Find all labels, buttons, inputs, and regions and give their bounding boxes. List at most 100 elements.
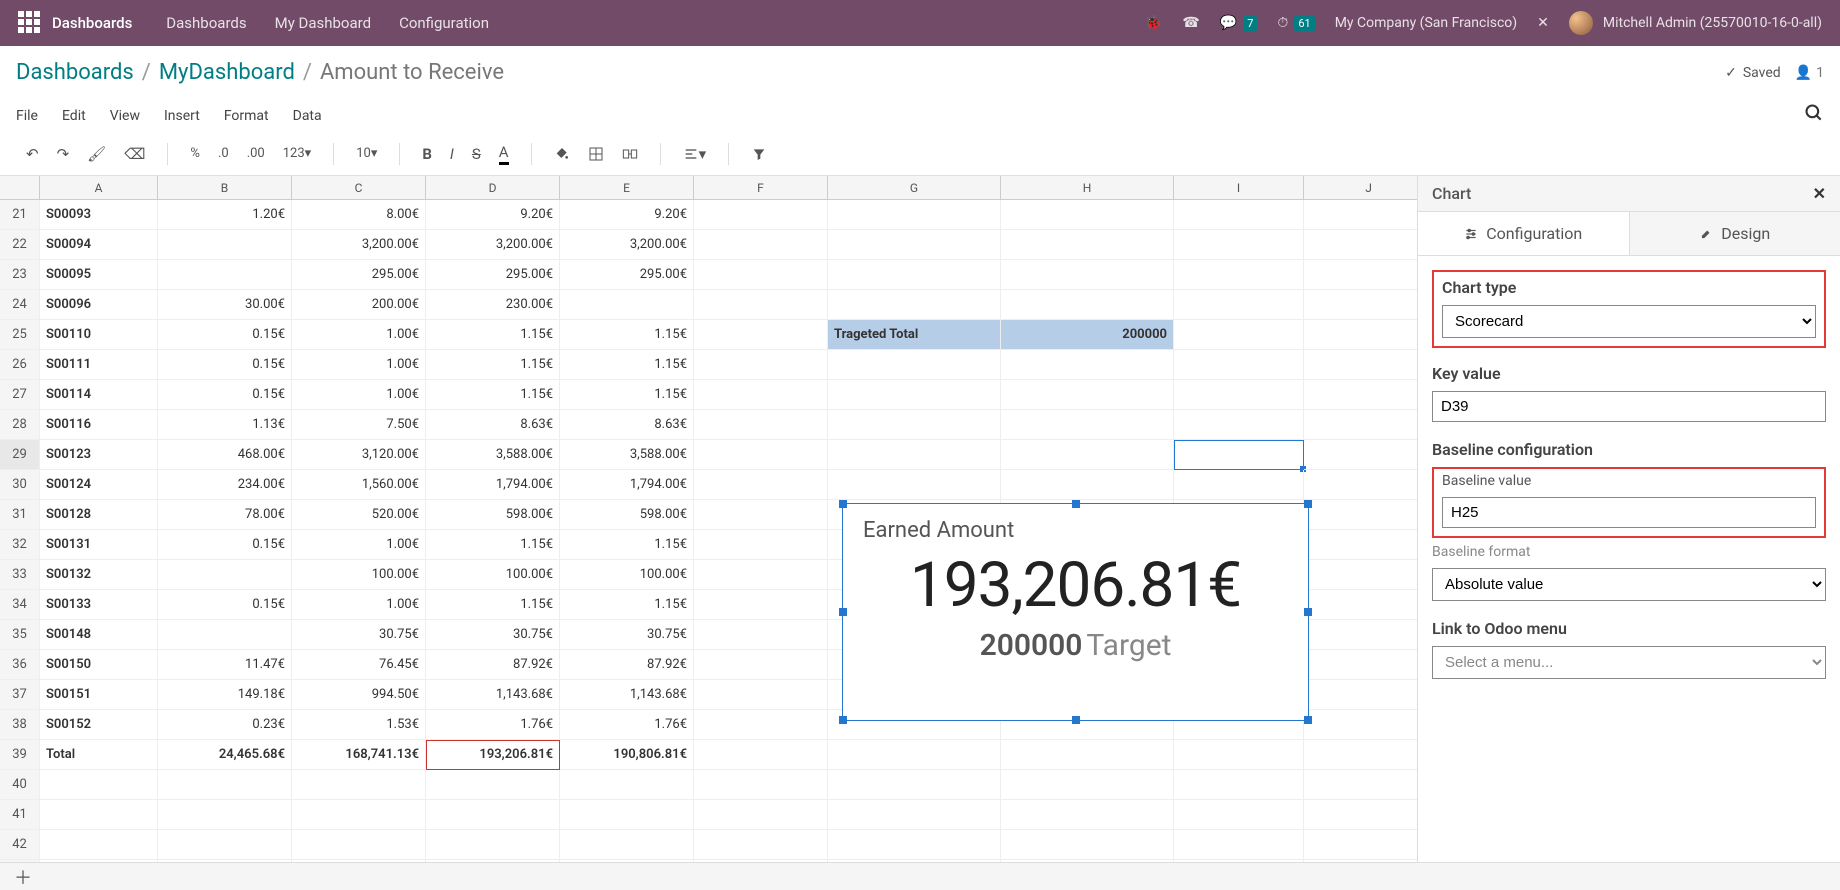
cell[interactable] — [694, 410, 828, 440]
strikethrough-icon[interactable]: S — [468, 143, 485, 165]
cell[interactable]: S00094 — [40, 230, 158, 260]
resize-handle[interactable] — [839, 500, 847, 508]
row-header[interactable]: 22 — [0, 230, 40, 260]
number-format[interactable]: 123 ▾ — [279, 144, 315, 163]
cell[interactable]: 1.15€ — [560, 590, 694, 620]
cell[interactable]: S00095 — [40, 260, 158, 290]
cell[interactable] — [1174, 770, 1304, 800]
cell[interactable] — [1001, 230, 1174, 260]
cell[interactable]: S00110 — [40, 320, 158, 350]
corner-cell[interactable] — [0, 176, 40, 200]
row-header[interactable]: 32 — [0, 530, 40, 560]
cell[interactable] — [1174, 200, 1304, 230]
cell[interactable]: 0.15€ — [158, 530, 292, 560]
cell[interactable] — [694, 680, 828, 710]
cell[interactable]: 1.15€ — [426, 380, 560, 410]
nav-my-dashboard[interactable]: My Dashboard — [261, 14, 385, 32]
merge-icon[interactable] — [618, 144, 642, 164]
cell[interactable] — [828, 860, 1001, 862]
cell[interactable] — [158, 260, 292, 290]
cell[interactable] — [1001, 830, 1174, 860]
cell[interactable] — [1174, 320, 1304, 350]
cell[interactable]: S00152 — [40, 710, 158, 740]
cell[interactable]: Total — [40, 740, 158, 770]
messages-icon[interactable]: 💬7 — [1210, 15, 1268, 31]
cell[interactable] — [1304, 620, 1417, 650]
cell[interactable]: 295.00€ — [292, 260, 426, 290]
menu-data[interactable]: Data — [293, 108, 322, 124]
cell[interactable] — [694, 770, 828, 800]
cell[interactable]: 1.15€ — [426, 590, 560, 620]
row-header[interactable]: 43 — [0, 860, 40, 862]
cell[interactable] — [1001, 740, 1174, 770]
cell[interactable] — [1304, 320, 1417, 350]
row-header[interactable]: 42 — [0, 830, 40, 860]
cell[interactable] — [1174, 260, 1304, 290]
cell[interactable]: 598.00€ — [560, 500, 694, 530]
cell[interactable]: 1.00€ — [292, 320, 426, 350]
col-header[interactable]: E — [560, 176, 694, 200]
resize-handle[interactable] — [1304, 500, 1312, 508]
cell[interactable] — [1304, 800, 1417, 830]
cell[interactable] — [560, 860, 694, 862]
cell[interactable] — [828, 380, 1001, 410]
cell[interactable]: 11.47€ — [158, 650, 292, 680]
cell[interactable] — [1001, 470, 1174, 500]
cell[interactable]: S00132 — [40, 560, 158, 590]
cell[interactable] — [1304, 770, 1417, 800]
col-header[interactable]: D — [426, 176, 560, 200]
cell[interactable]: 1.76€ — [560, 710, 694, 740]
row-header[interactable]: 38 — [0, 710, 40, 740]
nav-dashboards[interactable]: Dashboards — [152, 14, 260, 32]
row-header[interactable]: 40 — [0, 770, 40, 800]
cell[interactable]: 76.45€ — [292, 650, 426, 680]
cell[interactable]: 295.00€ — [560, 260, 694, 290]
cell[interactable] — [158, 800, 292, 830]
cell[interactable] — [1304, 830, 1417, 860]
cell[interactable]: 87.92€ — [426, 650, 560, 680]
cell[interactable]: 1.15€ — [560, 530, 694, 560]
menu-view[interactable]: View — [110, 108, 140, 124]
cell[interactable]: 100.00€ — [560, 560, 694, 590]
cell[interactable] — [1174, 830, 1304, 860]
row-header[interactable]: 27 — [0, 380, 40, 410]
cell[interactable] — [1174, 860, 1304, 862]
cell[interactable] — [292, 770, 426, 800]
cell[interactable]: S00096 — [40, 290, 158, 320]
cell[interactable]: S00131 — [40, 530, 158, 560]
font-size[interactable]: 10 ▾ — [352, 144, 381, 163]
row-header[interactable]: 41 — [0, 800, 40, 830]
menu-file[interactable]: File — [16, 108, 38, 124]
cell[interactable]: 0.15€ — [158, 350, 292, 380]
apps-icon[interactable] — [18, 11, 42, 35]
cell[interactable]: 190,806.81€ — [560, 740, 694, 770]
filter-icon[interactable] — [747, 144, 771, 164]
cell[interactable] — [1304, 650, 1417, 680]
row-header[interactable]: 30 — [0, 470, 40, 500]
cell[interactable]: S00133 — [40, 590, 158, 620]
cell[interactable] — [694, 290, 828, 320]
cell[interactable]: 1.15€ — [560, 320, 694, 350]
cell[interactable]: 30.00€ — [158, 290, 292, 320]
cell[interactable]: S00148 — [40, 620, 158, 650]
cell[interactable] — [828, 770, 1001, 800]
cell[interactable] — [292, 860, 426, 862]
cell[interactable]: 1,143.68€ — [560, 680, 694, 710]
cell[interactable] — [828, 230, 1001, 260]
cell[interactable] — [1304, 860, 1417, 862]
align-icon[interactable]: ▾ — [679, 143, 711, 165]
cell[interactable]: 3,588.00€ — [560, 440, 694, 470]
cell[interactable]: 1.76€ — [426, 710, 560, 740]
cell[interactable] — [1174, 290, 1304, 320]
col-header[interactable]: C — [292, 176, 426, 200]
cell[interactable]: 8.63€ — [426, 410, 560, 440]
cell[interactable]: S00151 — [40, 680, 158, 710]
cell[interactable]: Trageted Total — [828, 320, 1001, 350]
cell[interactable]: 230.00€ — [426, 290, 560, 320]
cell[interactable] — [40, 800, 158, 830]
cell[interactable]: 100.00€ — [292, 560, 426, 590]
cell[interactable]: 1,794.00€ — [560, 470, 694, 500]
cell[interactable] — [560, 770, 694, 800]
baseline-format-select[interactable]: Absolute value — [1432, 568, 1826, 601]
cell[interactable] — [1001, 770, 1174, 800]
